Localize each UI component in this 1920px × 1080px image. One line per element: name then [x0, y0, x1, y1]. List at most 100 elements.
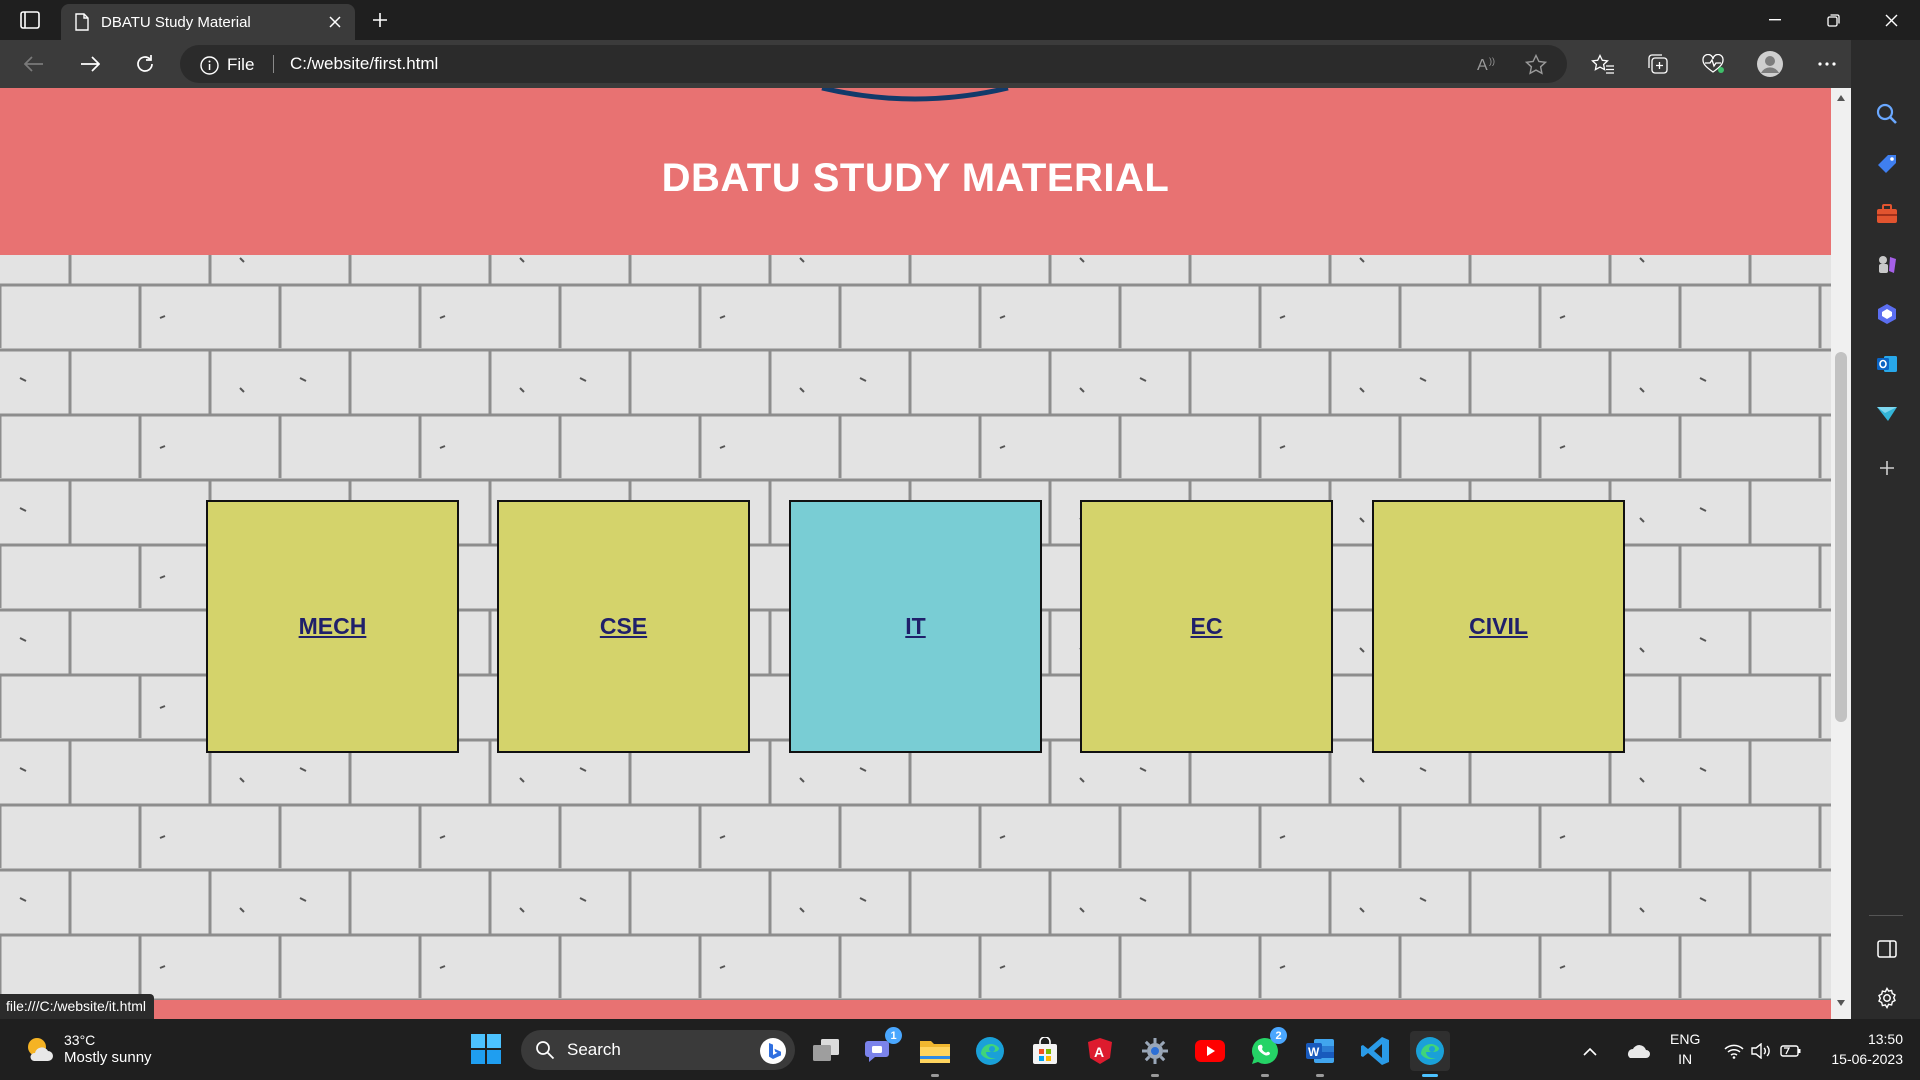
browser-toolbar: File C:/website/first.html A))	[0, 40, 1920, 88]
new-tab-button[interactable]	[364, 6, 396, 34]
search-magnifier-icon	[535, 1040, 555, 1060]
clock-date: 15-06-2023	[1831, 1051, 1903, 1067]
settings-gear-icon[interactable]	[1135, 1031, 1175, 1077]
close-tab-icon[interactable]	[321, 8, 349, 36]
svg-text:)): ))	[1489, 56, 1495, 66]
logo-image	[821, 88, 1009, 102]
system-clock[interactable]: 13:50 15-06-2023	[1815, 1029, 1903, 1069]
site-protocol-label: File	[227, 55, 255, 74]
tab-actions-icon[interactable]	[10, 6, 50, 34]
card-mech[interactable]: MECH	[206, 500, 459, 753]
refresh-button[interactable]	[127, 48, 163, 80]
edge-active-window-icon[interactable]	[1410, 1031, 1450, 1077]
running-indicator	[1261, 1074, 1269, 1077]
search-icon[interactable]	[1871, 98, 1903, 130]
weather-temperature: 33°C	[64, 1032, 96, 1048]
microsoft-365-icon[interactable]	[1871, 298, 1903, 330]
svg-text:A: A	[1094, 1044, 1104, 1060]
edge-taskbar-icon[interactable]	[970, 1031, 1010, 1071]
collections-icon[interactable]	[1640, 48, 1676, 80]
task-view-icon[interactable]	[806, 1031, 846, 1071]
tools-briefcase-icon[interactable]	[1871, 198, 1903, 230]
card-it[interactable]: IT	[789, 500, 1042, 753]
card-link-civil[interactable]: CIVIL	[1469, 613, 1528, 640]
youtube-icon[interactable]	[1190, 1031, 1230, 1071]
info-icon	[200, 55, 219, 75]
drop-send-icon[interactable]	[1871, 398, 1903, 430]
file-explorer-icon[interactable]	[915, 1031, 955, 1077]
minimize-button[interactable]	[1746, 0, 1804, 40]
page-icon	[75, 13, 89, 31]
vscode-icon[interactable]	[1355, 1031, 1395, 1071]
tab-title: DBATU Study Material	[101, 13, 251, 31]
microsoft-store-icon[interactable]	[1025, 1031, 1065, 1071]
address-bar[interactable]: File C:/website/first.html A))	[180, 45, 1567, 83]
browser-essentials-icon[interactable]	[1695, 48, 1731, 80]
card-link-cse[interactable]: CSE	[600, 613, 647, 640]
active-tab[interactable]: DBATU Study Material	[61, 4, 355, 40]
clock-time: 13:50	[1867, 1031, 1903, 1047]
language-indicator[interactable]: ENG IN	[1670, 1029, 1700, 1069]
add-sidebar-app-icon[interactable]	[1871, 452, 1903, 484]
taskbar-search[interactable]: Search	[521, 1030, 795, 1070]
page-header: DBATU STUDY MATERIAL	[0, 88, 1831, 255]
games-icon[interactable]	[1871, 248, 1903, 280]
favorite-star-icon[interactable]	[1523, 52, 1549, 76]
card-link-it[interactable]: IT	[905, 613, 925, 640]
onedrive-cloud-icon[interactable]	[1620, 1031, 1654, 1071]
card-link-ec[interactable]: EC	[1191, 613, 1223, 640]
adobe-acrobat-icon[interactable]: A	[1080, 1031, 1120, 1071]
more-options-icon[interactable]	[1809, 48, 1845, 80]
scroll-up-arrow-icon[interactable]	[1831, 94, 1851, 108]
page-scrollbar[interactable]	[1831, 88, 1851, 1019]
page-viewport: DBATU STUDY MATERIAL MECH CSE IT EC CIVIL fi…	[0, 88, 1831, 1019]
shopping-tag-icon[interactable]	[1871, 148, 1903, 180]
show-hidden-icons-chevron-icon[interactable]	[1578, 1031, 1602, 1071]
card-ec[interactable]: EC	[1080, 500, 1333, 753]
page-footer-band	[0, 1000, 1831, 1019]
edge-sidebar	[1851, 40, 1920, 1019]
outlook-icon[interactable]	[1871, 348, 1903, 380]
sun-cloud-icon	[24, 1035, 54, 1063]
card-cse[interactable]: CSE	[497, 500, 750, 753]
sidebar-divider	[1869, 915, 1903, 916]
whatsapp-icon[interactable]: 2	[1245, 1027, 1287, 1077]
running-indicator	[931, 1074, 939, 1077]
running-indicator	[1151, 1074, 1159, 1077]
whatsapp-notification-badge: 2	[1270, 1027, 1287, 1044]
close-window-button[interactable]	[1862, 0, 1920, 40]
volume-icon[interactable]	[1750, 1031, 1774, 1071]
battery-charging-icon[interactable]	[1778, 1031, 1804, 1071]
favorites-icon[interactable]	[1585, 48, 1621, 80]
restore-button[interactable]	[1804, 0, 1862, 40]
running-indicator	[1316, 1074, 1324, 1077]
profile-avatar[interactable]	[1752, 48, 1788, 80]
scrollbar-thumb[interactable]	[1835, 352, 1847, 722]
sidebar-settings-gear-icon[interactable]	[1871, 982, 1903, 1014]
weather-widget[interactable]: 33°C Mostly sunny	[24, 1031, 152, 1067]
card-link-mech[interactable]: MECH	[299, 613, 367, 640]
start-button-windows-icon[interactable]	[470, 1033, 504, 1067]
word-icon[interactable]: W	[1300, 1031, 1340, 1077]
region-code: IN	[1678, 1051, 1693, 1067]
teams-chat-icon[interactable]: 1	[860, 1027, 902, 1071]
site-info-button[interactable]: File	[200, 55, 254, 75]
status-bar-url: file:///C:/website/it.html	[0, 994, 155, 1019]
hide-sidebar-icon[interactable]	[1871, 933, 1903, 965]
svg-text:A: A	[1477, 57, 1488, 73]
windows-taskbar: 33°C Mostly sunny Search 1 A 2 W ENG IN …	[0, 1019, 1920, 1080]
teams-notification-badge: 1	[885, 1027, 902, 1044]
wifi-icon[interactable]	[1722, 1031, 1746, 1071]
card-civil[interactable]: CIVIL	[1372, 500, 1625, 753]
url-text[interactable]: C:/website/first.html	[290, 54, 438, 74]
weather-condition: Mostly sunny	[64, 1049, 152, 1066]
svg-text:W: W	[1308, 1045, 1320, 1059]
browser-title-bar: DBATU Study Material	[0, 0, 1920, 40]
read-aloud-icon[interactable]: A))	[1475, 52, 1501, 76]
page-title: DBATU STUDY MATERIAL	[661, 156, 1170, 200]
scroll-down-arrow-icon[interactable]	[1831, 999, 1851, 1013]
bing-search-icon	[759, 1037, 787, 1065]
forward-button[interactable]	[72, 48, 108, 80]
back-button[interactable]	[16, 48, 52, 80]
active-window-indicator	[1422, 1074, 1438, 1077]
